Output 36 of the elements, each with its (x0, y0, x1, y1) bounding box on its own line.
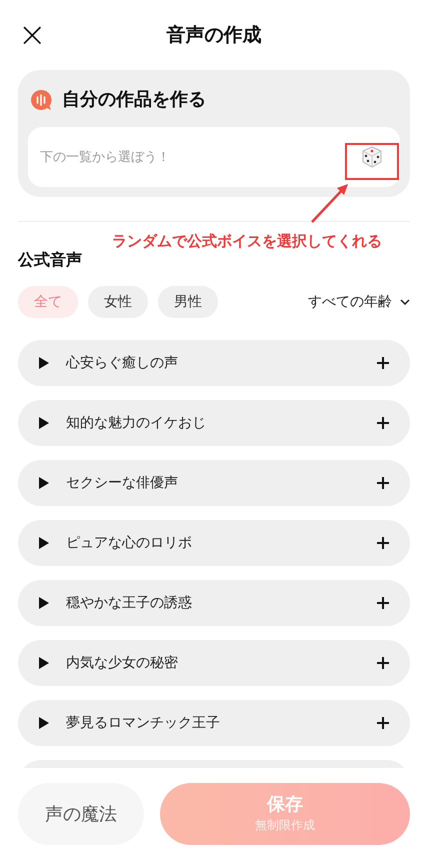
voice-row[interactable]: 心安らぐ癒しの声 (18, 340, 410, 386)
voice-input-field[interactable]: 下の一覧から選ぼう！ (28, 127, 400, 187)
plus-icon (376, 476, 390, 490)
age-dropdown[interactable]: すべての年齢 (308, 292, 410, 312)
audio-bubble-icon (30, 88, 52, 110)
plus-icon (376, 596, 390, 610)
play-icon (38, 656, 50, 670)
chevron-down-icon (400, 299, 410, 305)
section-title: 公式音声 (16, 249, 83, 271)
play-icon (38, 356, 50, 370)
dice-icon (360, 145, 384, 169)
card-title: 自分の作品を作る (62, 88, 206, 112)
voice-magic-button[interactable]: 声の魔法 (18, 783, 144, 845)
voice-row[interactable]: 夢見るロマンチック王子 (18, 700, 410, 746)
voice-row[interactable]: ピュアな心のロリボ (18, 520, 410, 566)
play-icon (38, 476, 50, 490)
voice-row[interactable]: 穏やかな王子の誘惑 (18, 580, 410, 626)
play-icon (38, 416, 50, 430)
play-icon (38, 536, 50, 550)
filter-chip[interactable]: 男性 (158, 286, 218, 318)
voice-row[interactable]: 内気な少女の秘密 (18, 640, 410, 686)
plus-icon (376, 416, 390, 430)
play-icon (38, 596, 50, 610)
annotation-arrow (310, 182, 350, 224)
voice-row[interactable]: セクシーな俳優声 (18, 460, 410, 506)
play-icon (38, 716, 50, 730)
filter-chip[interactable]: 女性 (88, 286, 148, 318)
plus-icon (376, 716, 390, 730)
annotation-text: ランダムで公式ボイスを選択してくれる (112, 231, 382, 252)
plus-icon (376, 536, 390, 550)
plus-icon (376, 656, 390, 670)
page-title: 音声の作成 (166, 22, 262, 48)
highlight-box (345, 143, 399, 180)
plus-icon (376, 356, 390, 370)
close-button[interactable]: × (18, 18, 42, 52)
voice-row[interactable]: 知的な魅力のイケおじ (18, 400, 410, 446)
